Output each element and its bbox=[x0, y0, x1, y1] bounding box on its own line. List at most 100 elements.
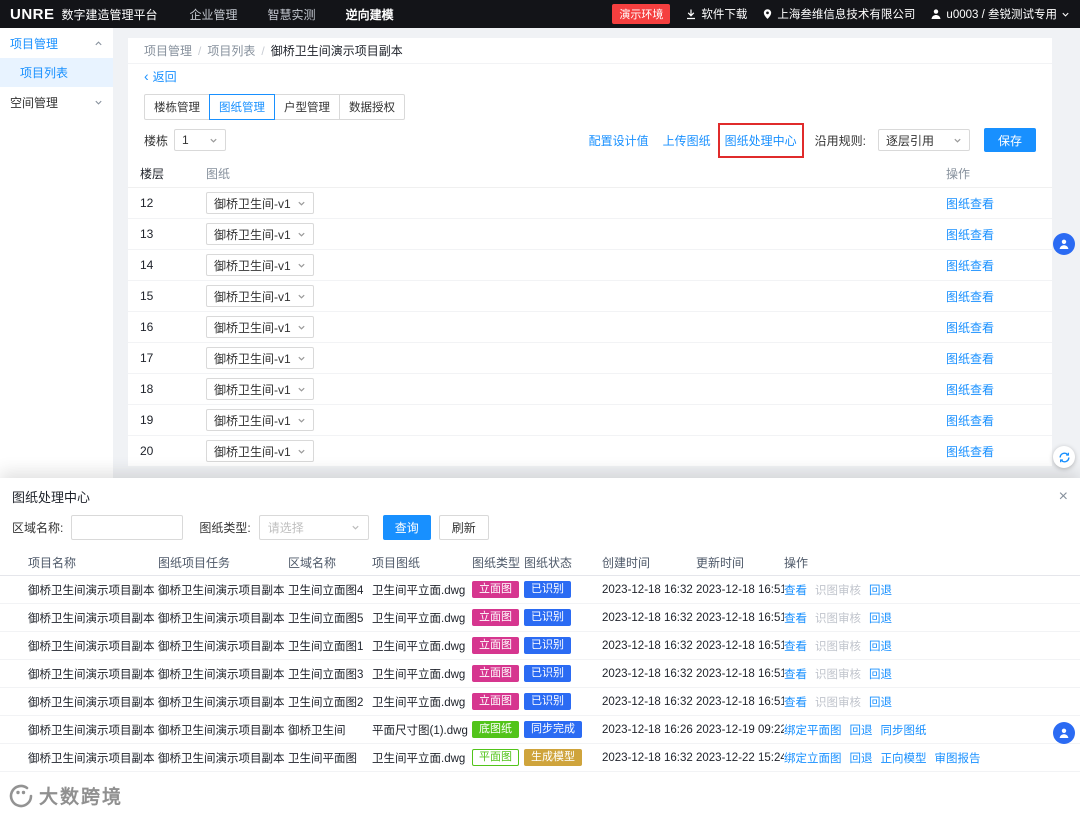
cell-created-time: 2023-12-18 16:32 bbox=[602, 667, 693, 680]
row-action-link[interactable]: 查看 bbox=[784, 666, 807, 682]
save-button[interactable]: 保存 bbox=[983, 128, 1036, 152]
drawing-view-link[interactable]: 图纸查看 bbox=[946, 414, 994, 428]
refresh-button[interactable]: 刷新 bbox=[438, 515, 489, 540]
drawing-type-badge: 平面图 bbox=[472, 748, 519, 767]
chevron-down-icon bbox=[298, 356, 305, 361]
user-menu[interactable]: u0003 / 叁锐测试专用 bbox=[930, 6, 1070, 22]
drawing-status-badge: 已识别 bbox=[524, 692, 571, 711]
floor-number: 17 bbox=[140, 351, 154, 365]
tab-data-authorization[interactable]: 数据授权 bbox=[339, 94, 405, 120]
drawing-type-select[interactable]: 请选择 bbox=[258, 515, 369, 540]
drawing-select[interactable]: 御桥卫生间-v1 bbox=[206, 254, 314, 276]
building-label: 楼栋 bbox=[144, 133, 169, 148]
row-action-link[interactable]: 查看 bbox=[784, 638, 807, 654]
back-label: 返回 bbox=[152, 69, 177, 84]
row-action-link[interactable]: 查看 bbox=[784, 582, 807, 598]
drawing-select[interactable]: 御桥卫生间-v1 bbox=[206, 192, 314, 214]
drawing-view-link[interactable]: 图纸查看 bbox=[946, 197, 994, 211]
tab-drawing-management[interactable]: 图纸管理 bbox=[209, 94, 275, 120]
floors-table-header: 楼层 图纸 操作 bbox=[128, 160, 1052, 188]
row-action-link[interactable]: 审图报告 bbox=[935, 750, 981, 766]
row-action-link[interactable]: 绑定立面图 bbox=[784, 750, 842, 766]
drawing-select[interactable]: 御桥卫生间-v1 bbox=[206, 378, 314, 400]
row-action-link[interactable]: 回退 bbox=[850, 750, 873, 766]
nav-item-smart-survey[interactable]: 智慧实测 bbox=[268, 6, 316, 23]
nav-item-reverse-modeling[interactable]: 逆向建模 bbox=[346, 6, 394, 23]
upload-drawing-link[interactable]: 上传图纸 bbox=[663, 132, 711, 149]
company-menu[interactable]: 上海叁维信息技术有限公司 bbox=[762, 6, 915, 22]
drawing-view-link[interactable]: 图纸查看 bbox=[946, 321, 994, 335]
tab-unit-management[interactable]: 户型管理 bbox=[274, 94, 340, 120]
drawer-table-row: 御桥卫生间演示项目副本 御桥卫生间演示项目副本 卫生间立面图1 卫生间平立面.dwg 立… bbox=[0, 632, 1080, 660]
sidebar-group-space-management[interactable]: 空间管理 bbox=[0, 87, 113, 117]
drawing-view-link[interactable]: 图纸查看 bbox=[946, 259, 994, 273]
service-float-button[interactable] bbox=[1053, 446, 1075, 468]
drawing-cell: 御桥卫生间-v1 bbox=[206, 192, 946, 214]
row-action-link[interactable]: 同步图纸 bbox=[881, 722, 927, 738]
cell-drawing-type: 立面图 bbox=[472, 664, 524, 683]
drawing-select[interactable]: 御桥卫生间-v1 bbox=[206, 347, 314, 369]
tab-building-management[interactable]: 楼栋管理 bbox=[144, 94, 210, 120]
drawing-type-badge: 立面图 bbox=[472, 692, 519, 711]
floor-number: 14 bbox=[140, 258, 154, 272]
drawing-process-center-drawer: 图纸处理中心 × 区域名称: 图纸类型: 请选择 查询 刷新 项目名称 图纸项目… bbox=[0, 478, 1080, 815]
drawing-cell: 御桥卫生间-v1 bbox=[206, 223, 946, 245]
drawing-view-link[interactable]: 图纸查看 bbox=[946, 383, 994, 397]
drawer-table-row: 御桥卫生间演示项目副本 御桥卫生间演示项目副本 卫生间立面图2 卫生间平立面.dwg 立… bbox=[0, 688, 1080, 716]
drawing-select-value: 御桥卫生间-v1 bbox=[214, 320, 291, 335]
floor-number: 19 bbox=[140, 413, 154, 427]
drawing-select[interactable]: 御桥卫生间-v1 bbox=[206, 409, 314, 431]
floor-number: 20 bbox=[140, 444, 154, 458]
rule-select[interactable]: 逐层引用 bbox=[877, 129, 970, 151]
sidebar-group-project-management[interactable]: 项目管理 bbox=[0, 28, 113, 58]
drawing-select[interactable]: 御桥卫生间-v1 bbox=[206, 440, 314, 462]
drawing-view-link[interactable]: 图纸查看 bbox=[946, 228, 994, 242]
row-action-link[interactable]: 回退 bbox=[850, 722, 873, 738]
drawing-process-center-link[interactable]: 图纸处理中心 bbox=[725, 134, 797, 148]
cell-drawing-type: 平面图 bbox=[472, 748, 524, 767]
row-action-link[interactable]: 回退 bbox=[869, 582, 892, 598]
breadcrumb-project-list[interactable]: 项目列表 bbox=[207, 42, 255, 59]
assistant-float-button[interactable] bbox=[1053, 722, 1075, 744]
region-name-input[interactable] bbox=[71, 515, 184, 540]
row-action-link[interactable]: 回退 bbox=[869, 610, 892, 626]
back-button[interactable]: ‹ 返回 bbox=[128, 64, 1052, 88]
row-action-link: 识图审核 bbox=[815, 640, 861, 653]
floors-table-row: 16 御桥卫生间-v1 图纸查看 bbox=[128, 312, 1052, 343]
drawing-view-link[interactable]: 图纸查看 bbox=[946, 290, 994, 304]
chevron-left-icon: ‹ bbox=[144, 68, 149, 84]
row-action-link: 识图审核 bbox=[815, 696, 861, 709]
row-action-link[interactable]: 回退 bbox=[869, 666, 892, 682]
floor-action-cell: 图纸查看 bbox=[946, 412, 1040, 429]
navbar-right: 演示环境 软件下载 上海叁维信息技术有限公司 u0003 / 叁锐测试专用 bbox=[612, 4, 1070, 24]
drawing-status-badge: 已识别 bbox=[524, 580, 571, 599]
drawing-view-link[interactable]: 图纸查看 bbox=[946, 352, 994, 366]
toolbar-right: 配置设计值 上传图纸 图纸处理中心 沿用规则: 逐层引用 保存 bbox=[589, 122, 1036, 158]
floors-col-floor: 楼层 bbox=[140, 167, 165, 181]
drawing-view-link[interactable]: 图纸查看 bbox=[946, 445, 994, 459]
chevron-down-icon bbox=[95, 100, 102, 105]
sidebar-item-project-list[interactable]: 项目列表 bbox=[0, 58, 113, 87]
row-action-link[interactable]: 回退 bbox=[869, 638, 892, 654]
breadcrumb-project-management[interactable]: 项目管理 bbox=[144, 42, 192, 59]
close-icon[interactable]: × bbox=[1059, 488, 1068, 505]
nav-item-enterprise[interactable]: 企业管理 bbox=[190, 6, 238, 23]
drawing-select[interactable]: 御桥卫生间-v1 bbox=[206, 223, 314, 245]
building-select[interactable]: 1 bbox=[174, 129, 227, 151]
floors-table-row: 13 御桥卫生间-v1 图纸查看 bbox=[128, 219, 1052, 250]
row-action-link[interactable]: 回退 bbox=[869, 694, 892, 710]
cell-created-time: 2023-12-18 16:32 bbox=[602, 751, 693, 764]
row-action-link[interactable]: 查看 bbox=[784, 610, 807, 626]
drawing-select[interactable]: 御桥卫生间-v1 bbox=[206, 285, 314, 307]
row-action-link[interactable]: 正向模型 bbox=[881, 750, 927, 766]
query-button[interactable]: 查询 bbox=[382, 515, 431, 540]
region-name-label: 区域名称: bbox=[12, 521, 64, 535]
software-download-link[interactable]: 软件下载 bbox=[685, 6, 747, 22]
watermark-text: 大数跨境 bbox=[39, 787, 124, 808]
row-action-link[interactable]: 查看 bbox=[784, 694, 807, 710]
drawing-select[interactable]: 御桥卫生间-v1 bbox=[206, 316, 314, 338]
user-icon bbox=[931, 9, 941, 19]
assistant-float-button[interactable] bbox=[1053, 233, 1075, 255]
row-action-link[interactable]: 绑定平面图 bbox=[784, 722, 842, 738]
configure-design-values-link[interactable]: 配置设计值 bbox=[589, 132, 649, 149]
